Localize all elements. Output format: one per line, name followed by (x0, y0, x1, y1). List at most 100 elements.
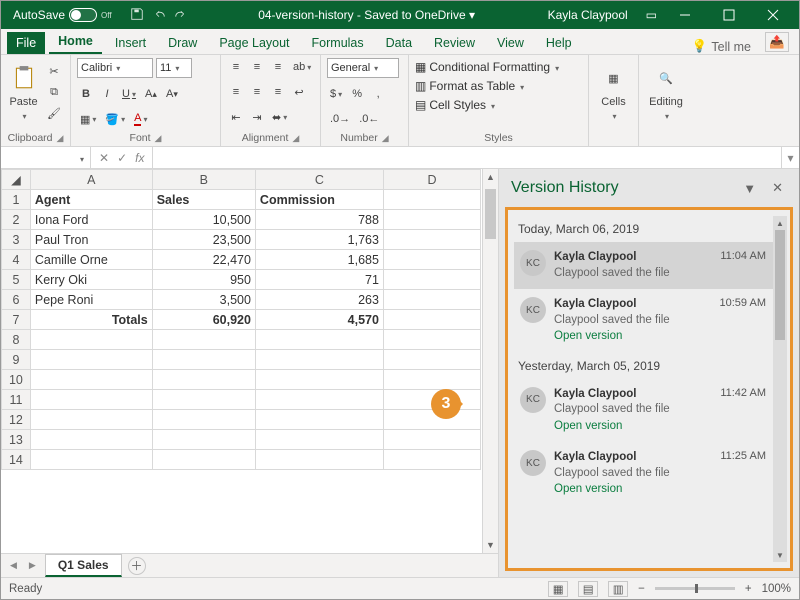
row-header[interactable]: 1 (2, 190, 31, 210)
tab-review[interactable]: Review (425, 32, 484, 54)
normal-view-button[interactable]: ▦ (548, 581, 568, 597)
tab-nav-prev[interactable]: ◀ (7, 560, 20, 571)
scroll-thumb[interactable] (485, 189, 496, 239)
align-center-button[interactable]: ≡ (248, 83, 266, 101)
close-button[interactable] (751, 1, 795, 29)
autosave-switch[interactable] (69, 8, 97, 22)
sheet-tab[interactable]: Q1 Sales (45, 554, 122, 577)
cell[interactable]: Kerry Oki (30, 270, 152, 290)
page-break-view-button[interactable]: ▥ (608, 581, 628, 597)
select-all[interactable]: ◢ (2, 170, 31, 190)
cell[interactable]: 60,920 (152, 310, 255, 330)
fill-color-button[interactable]: 🪣 (102, 110, 128, 128)
open-version-link[interactable]: Open version (554, 482, 712, 498)
format-as-table-button[interactable]: ▥Format as Table (415, 79, 524, 93)
row-header[interactable]: 6 (2, 290, 31, 310)
tab-nav-next[interactable]: ▶ (26, 560, 39, 571)
row-header[interactable]: 12 (2, 410, 31, 430)
cells-button[interactable]: ▦Cells (595, 58, 632, 122)
tab-view[interactable]: View (488, 32, 533, 54)
version-item[interactable]: KCKayla ClaypoolClaypool saved the fileO… (514, 442, 786, 506)
cell[interactable]: Pepe Roni (30, 290, 152, 310)
align-middle-button[interactable]: ≡ (248, 58, 266, 76)
formula-input[interactable] (153, 147, 781, 168)
tab-home[interactable]: Home (49, 30, 102, 54)
pane-menu-icon[interactable]: ▼ (739, 181, 760, 196)
cell[interactable] (383, 450, 480, 470)
increase-indent-button[interactable]: ⇥ (248, 108, 266, 126)
cell[interactable] (383, 310, 480, 330)
autosave-toggle[interactable]: AutoSave Off (5, 8, 120, 22)
ribbon-options-icon[interactable]: ▭ (640, 8, 663, 22)
tab-draw[interactable]: Draw (159, 32, 206, 54)
cell[interactable]: 71 (255, 270, 383, 290)
cell[interactable]: Paul Tron (30, 230, 152, 250)
cell[interactable]: Totals (30, 310, 152, 330)
col-header[interactable]: D (383, 170, 480, 190)
scroll-thumb[interactable] (775, 230, 785, 340)
cell-styles-button[interactable]: ▤Cell Styles (415, 98, 495, 112)
align-top-button[interactable]: ≡ (227, 58, 245, 76)
tab-data[interactable]: Data (377, 32, 421, 54)
row-header[interactable]: 13 (2, 430, 31, 450)
cut-button[interactable]: ✂ (44, 62, 64, 80)
pane-close-icon[interactable]: ✕ (768, 180, 787, 196)
open-version-link[interactable]: Open version (554, 419, 712, 435)
underline-button[interactable]: U (119, 85, 139, 103)
cell[interactable]: 4,570 (255, 310, 383, 330)
cell[interactable]: Camille Orne (30, 250, 152, 270)
cancel-formula-icon[interactable]: ✕ (99, 151, 109, 165)
row-header[interactable]: 5 (2, 270, 31, 290)
scroll-down-icon[interactable]: ▼ (483, 537, 498, 553)
open-version-link[interactable]: Open version (554, 329, 712, 345)
cell[interactable]: 950 (152, 270, 255, 290)
tab-insert[interactable]: Insert (106, 32, 155, 54)
cell[interactable] (255, 330, 383, 350)
italic-button[interactable]: I (98, 85, 116, 103)
cell[interactable] (383, 290, 480, 310)
merge-button[interactable]: ⬌ (269, 108, 290, 126)
undo-icon[interactable] (152, 7, 166, 24)
cell[interactable] (30, 410, 152, 430)
conditional-formatting-button[interactable]: ▦Conditional Formatting (415, 60, 559, 74)
borders-button[interactable]: ▦ (77, 110, 99, 128)
version-item[interactable]: KCKayla ClaypoolClaypool saved the file1… (514, 242, 786, 289)
user-name[interactable]: Kayla Claypool (536, 8, 640, 22)
decrease-decimal-button[interactable]: .0← (356, 110, 382, 128)
version-item[interactable]: KCKayla ClaypoolClaypool saved the fileO… (514, 379, 786, 443)
save-icon[interactable] (130, 7, 144, 24)
cell[interactable] (255, 370, 383, 390)
cell[interactable]: 3,500 (152, 290, 255, 310)
cell[interactable]: 788 (255, 210, 383, 230)
col-header[interactable]: A (30, 170, 152, 190)
zoom-in-button[interactable]: + (745, 583, 752, 595)
cell[interactable]: 23,500 (152, 230, 255, 250)
row-header[interactable]: 9 (2, 350, 31, 370)
cell[interactable] (383, 270, 480, 290)
number-format-dropdown[interactable]: General (327, 58, 399, 78)
minimize-button[interactable] (663, 1, 707, 29)
comma-button[interactable]: , (369, 85, 387, 103)
cell[interactable] (30, 430, 152, 450)
tab-page-layout[interactable]: Page Layout (210, 32, 298, 54)
cell[interactable] (383, 330, 480, 350)
enter-formula-icon[interactable]: ✓ (117, 151, 127, 165)
cell[interactable] (383, 410, 480, 430)
row-header[interactable]: 10 (2, 370, 31, 390)
cell[interactable] (30, 330, 152, 350)
cell[interactable] (152, 350, 255, 370)
bold-button[interactable]: B (77, 85, 95, 103)
cell[interactable] (152, 390, 255, 410)
fx-icon[interactable]: fx (135, 151, 144, 165)
zoom-slider[interactable] (655, 587, 735, 590)
scroll-down-icon[interactable]: ▼ (773, 548, 787, 562)
align-left-button[interactable]: ≡ (227, 83, 245, 101)
version-item[interactable]: KCKayla ClaypoolClaypool saved the fileO… (514, 289, 786, 353)
tab-help[interactable]: Help (537, 32, 581, 54)
wrap-text-button[interactable]: ↩ (290, 83, 308, 101)
tab-file[interactable]: File (7, 32, 45, 54)
cell[interactable]: Commission (255, 190, 383, 210)
orientation-button[interactable]: ab (290, 58, 314, 76)
cell[interactable] (255, 410, 383, 430)
decrease-font-button[interactable]: A▾ (163, 85, 181, 103)
